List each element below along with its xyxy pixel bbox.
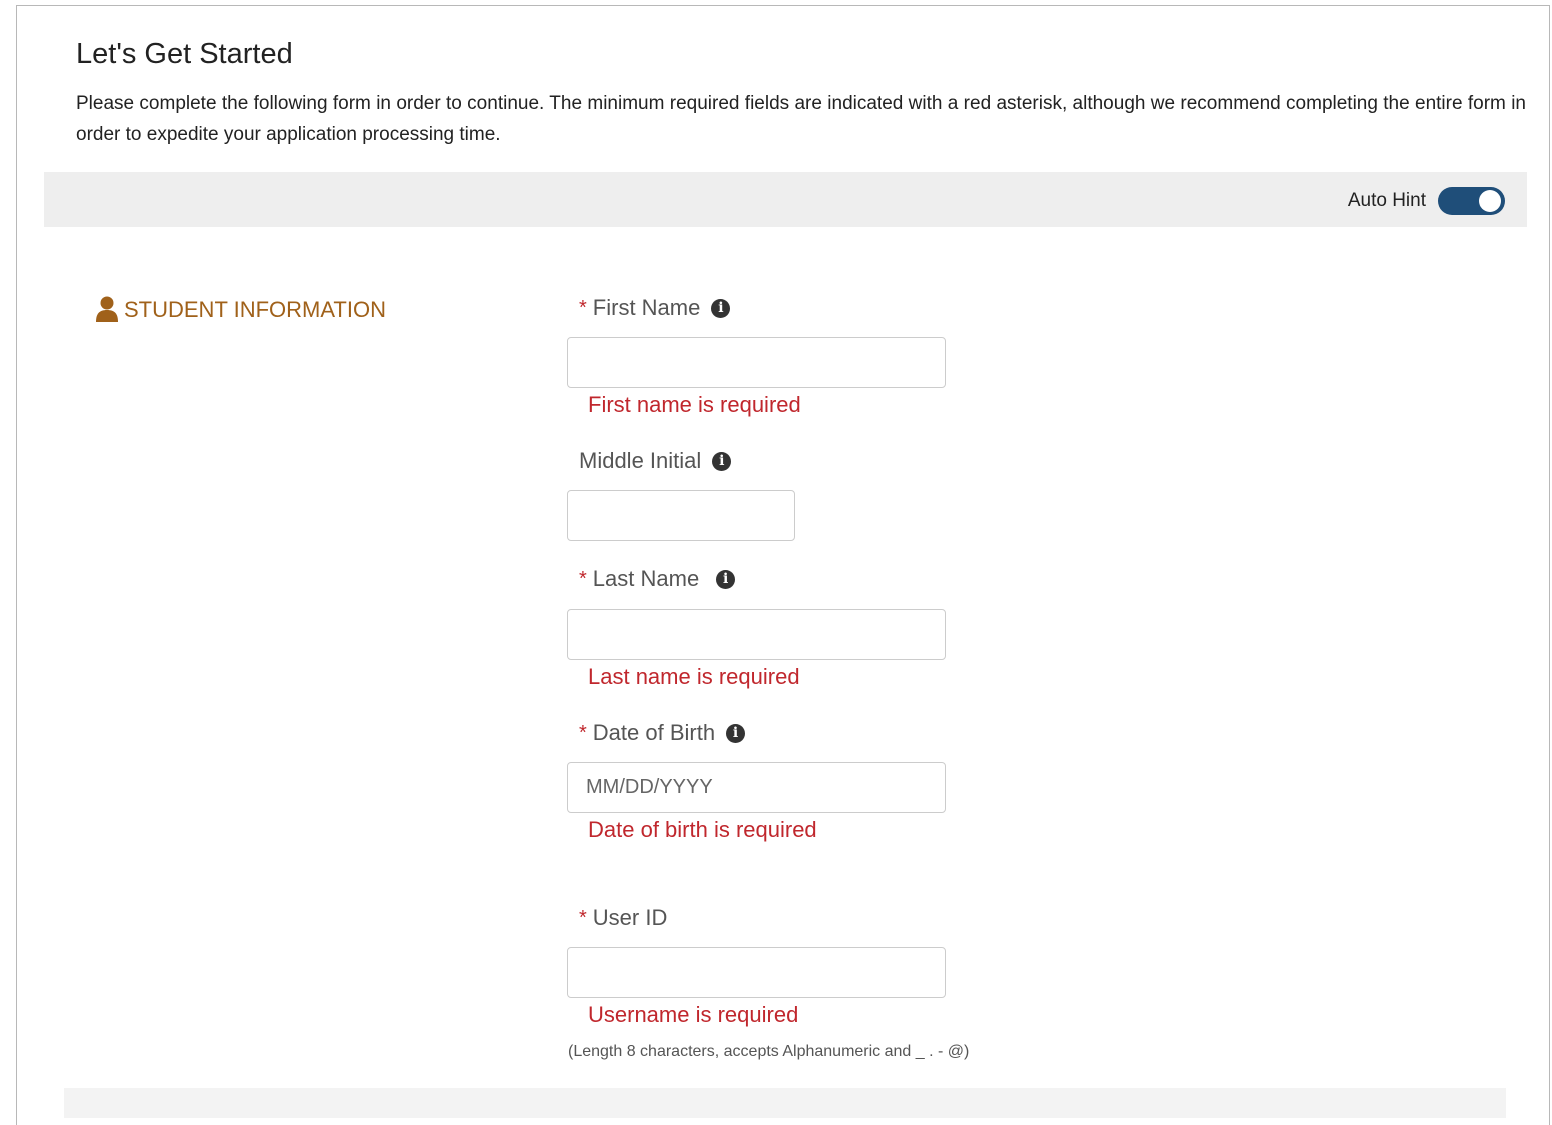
info-icon[interactable]: i xyxy=(716,569,736,589)
user-id-label-text: User ID xyxy=(592,905,668,930)
footer-bar xyxy=(64,1088,1506,1118)
toggle-knob xyxy=(1479,190,1501,212)
middle-initial-input[interactable] xyxy=(567,490,795,541)
required-mark: * xyxy=(579,296,587,319)
user-id-helper: (Length 8 characters, accepts Alphanumer… xyxy=(568,1043,970,1060)
dob-error: Date of birth is required xyxy=(588,817,817,842)
auto-hint-label: Auto Hint xyxy=(1347,190,1426,211)
info-icon[interactable]: i xyxy=(726,723,746,743)
page-title: Let's Get Started xyxy=(76,38,293,70)
auto-hint-bar: Auto Hint xyxy=(44,172,1527,227)
info-icon[interactable]: i xyxy=(711,298,731,318)
middle-initial-label-text: Middle Initial xyxy=(579,448,702,473)
required-mark: * xyxy=(579,906,587,929)
last-name-error: Last name is required xyxy=(588,664,800,689)
user-id-error: Username is required xyxy=(588,1002,799,1027)
first-name-label: * First Name i xyxy=(579,295,731,321)
first-name-input[interactable] xyxy=(567,337,946,388)
user-id-label: * User ID xyxy=(579,905,667,931)
page-intro: Please complete the following form in or… xyxy=(76,93,1526,145)
user-id-input[interactable] xyxy=(567,947,946,998)
info-icon[interactable]: i xyxy=(712,451,732,471)
required-mark: * xyxy=(579,567,587,590)
section-header: STUDENT INFORMATION xyxy=(95,296,386,323)
last-name-input[interactable] xyxy=(567,609,946,660)
first-name-error: First name is required xyxy=(588,392,801,417)
section-title: STUDENT INFORMATION xyxy=(124,296,386,322)
dob-label: * Date of Birth i xyxy=(579,720,746,746)
last-name-label-text: Last Name xyxy=(592,566,700,591)
auto-hint-toggle[interactable] xyxy=(1438,187,1505,215)
user-icon xyxy=(96,296,118,322)
required-mark: * xyxy=(579,721,587,744)
middle-initial-label: Middle Initial i xyxy=(579,448,732,474)
last-name-label: * Last Name i xyxy=(579,566,736,592)
first-name-label-text: First Name xyxy=(592,295,701,320)
dob-input[interactable] xyxy=(567,762,946,813)
dob-label-text: Date of Birth xyxy=(592,720,716,745)
